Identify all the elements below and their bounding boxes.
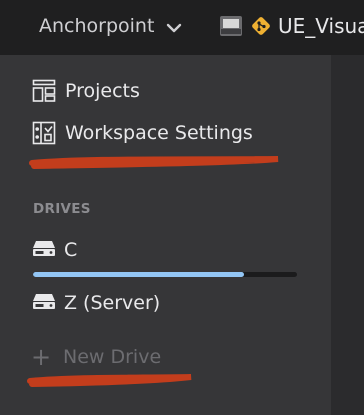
drive-label: C	[64, 239, 78, 261]
projects-icon	[32, 79, 56, 103]
hard-drive-icon	[32, 291, 56, 315]
new-drive-button[interactable]: + New Drive	[31, 343, 161, 371]
chevron-down-icon	[166, 18, 182, 37]
plus-icon: +	[31, 343, 52, 371]
git-icon	[250, 15, 272, 37]
project-name: UE_Visual	[278, 14, 364, 38]
drive-label: Z (Server)	[64, 292, 161, 314]
project-tab[interactable]: UE_Visual	[220, 12, 364, 40]
project-thumbnail	[220, 16, 242, 36]
content-area	[331, 55, 364, 415]
sidebar-item-workspace-settings[interactable]: Workspace Settings	[32, 119, 253, 147]
top-bar: Anchorpoint UE_Visual	[0, 0, 364, 55]
sidebar-item-label: Workspace Settings	[65, 122, 253, 144]
workspace-selector[interactable]: Anchorpoint	[39, 13, 182, 39]
workspace-name: Anchorpoint	[39, 15, 155, 37]
drive-item-z-server[interactable]: Z (Server)	[32, 289, 160, 317]
sidebar-item-projects[interactable]: Projects	[32, 77, 140, 105]
sidebar-item-label: Projects	[65, 80, 140, 102]
drive-usage-fill	[33, 272, 245, 277]
new-drive-label: New Drive	[63, 346, 162, 368]
drive-item-c[interactable]: C	[32, 236, 77, 264]
drives-heading: DRIVES	[33, 201, 91, 217]
hard-drive-icon	[32, 238, 56, 262]
workspace-settings-icon	[32, 121, 56, 145]
drive-usage-bar	[33, 272, 297, 277]
